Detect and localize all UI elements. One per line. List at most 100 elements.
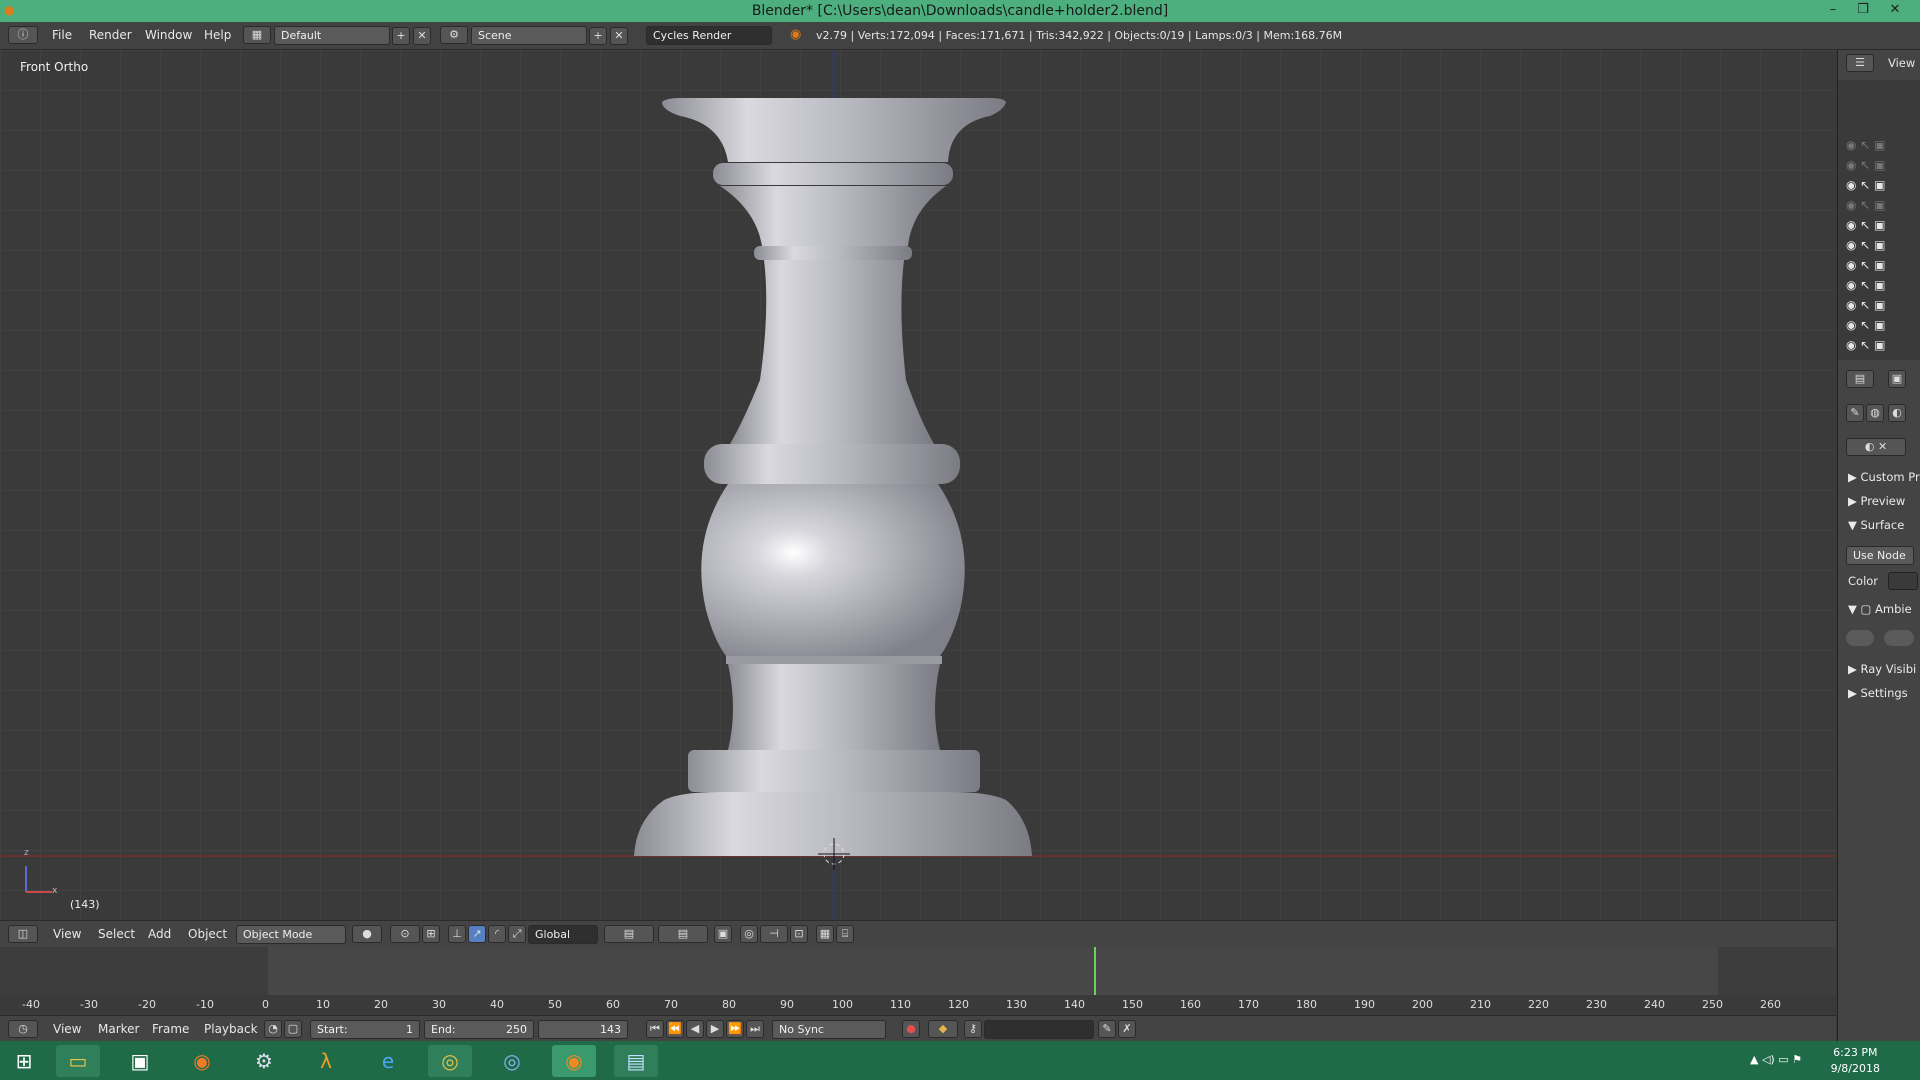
pivot-icon[interactable]: ⊙: [390, 925, 420, 943]
menu-marker[interactable]: Marker: [98, 1022, 139, 1036]
firefox-icon[interactable]: ◉: [180, 1045, 224, 1077]
scene-icon[interactable]: ⚙: [440, 26, 468, 44]
add-layout-icon[interactable]: +: [392, 27, 410, 45]
list-item[interactable]: ◉ ↖ ▣: [1846, 318, 1906, 334]
timeline-ruler[interactable]: -40 -30 -20 -10 0 10 20 30 40 50 60 70 8…: [0, 995, 1836, 1015]
jump-start-icon[interactable]: ⏮: [646, 1020, 664, 1038]
rotate-icon[interactable]: ◜: [488, 925, 506, 943]
sync-select[interactable]: No Sync: [772, 1020, 886, 1039]
move-icon[interactable]: ↗: [468, 925, 486, 943]
blender-taskbar-icon[interactable]: ◉: [552, 1045, 596, 1077]
world-tab-icon[interactable]: ◐: [1888, 404, 1906, 422]
delete-keyframe-icon[interactable]: ✗: [1118, 1020, 1136, 1038]
layers-icon[interactable]: ▤: [658, 925, 708, 943]
window-app-icon[interactable]: ▤: [614, 1045, 658, 1077]
play-icon[interactable]: ▶: [706, 1020, 724, 1038]
manipulator-icon[interactable]: ⊞: [422, 925, 440, 943]
end-frame-field[interactable]: End: 250: [424, 1020, 534, 1039]
panel-ray-visibility[interactable]: ▶ Ray Visibi: [1848, 662, 1916, 676]
snap-icon[interactable]: ⊣: [760, 925, 788, 943]
half-life-icon[interactable]: λ: [304, 1045, 348, 1077]
windows-start-icon[interactable]: ⊞: [2, 1045, 46, 1077]
list-item[interactable]: ◉ ↖ ▣: [1846, 298, 1906, 314]
render-engine-select[interactable]: Cycles Render: [646, 26, 772, 45]
tool-tab-icon[interactable]: ✎: [1846, 404, 1864, 422]
store-icon[interactable]: ▣: [118, 1045, 162, 1077]
world-datablock-field[interactable]: ◐ ✕: [1846, 438, 1906, 456]
menu-view[interactable]: View: [53, 927, 81, 941]
menu-object[interactable]: Object: [188, 927, 227, 941]
layout-name-field[interactable]: Default: [274, 26, 390, 45]
panel-surface[interactable]: ▼ Surface: [1848, 518, 1904, 532]
play-reverse-icon[interactable]: ◀: [686, 1020, 704, 1038]
color-swatch[interactable]: [1888, 572, 1918, 590]
camera-icon[interactable]: ⌸: [836, 925, 854, 943]
steam-icon[interactable]: ⚙: [242, 1045, 286, 1077]
editor-type-info-icon[interactable]: ⓘ: [8, 26, 38, 44]
menu-help[interactable]: Help: [204, 28, 231, 42]
tray-icons[interactable]: ▲ ◁) ▭ ⚑: [1750, 1053, 1802, 1066]
snap-target-icon[interactable]: ⊡: [790, 925, 808, 943]
keyframe-icon[interactable]: ◆: [928, 1020, 958, 1038]
current-frame-field[interactable]: 143: [538, 1020, 628, 1039]
ao-factor-slider[interactable]: [1846, 630, 1874, 646]
menu-render[interactable]: Render: [89, 28, 132, 42]
keying-set-field[interactable]: [984, 1020, 1094, 1039]
list-item[interactable]: ◉ ↖ ▣: [1846, 258, 1906, 274]
menu-view[interactable]: View: [53, 1022, 81, 1036]
timeline-editor[interactable]: -40 -30 -20 -10 0 10 20 30 40 50 60 70 8…: [0, 947, 1836, 1021]
outliner-editor-icon[interactable]: ☰: [1846, 54, 1874, 72]
material-tab-icon[interactable]: ◍: [1866, 404, 1884, 422]
shading-icon[interactable]: ●: [352, 925, 382, 943]
list-item[interactable]: ◉ ↖ ▣: [1846, 158, 1906, 174]
list-item[interactable]: ◉ ↖ ▣: [1846, 218, 1906, 234]
panel-custom-properties[interactable]: ▶ Custom Pr: [1848, 470, 1920, 484]
menu-add[interactable]: Add: [148, 927, 171, 941]
list-item[interactable]: ◉ ↖ ▣: [1846, 138, 1906, 154]
proportional-edit-icon[interactable]: ◎: [740, 925, 758, 943]
add-scene-icon[interactable]: +: [589, 27, 607, 45]
menu-playback[interactable]: Playback: [204, 1022, 258, 1036]
insert-keyframe-icon[interactable]: ✎: [1098, 1020, 1116, 1038]
internet-explorer-icon[interactable]: e: [366, 1045, 410, 1077]
preview-range-icon[interactable]: ◔: [264, 1020, 282, 1038]
remove-scene-icon[interactable]: ✕: [610, 27, 628, 45]
menu-frame[interactable]: Frame: [152, 1022, 189, 1036]
render-tab-icon[interactable]: ▣: [1888, 370, 1906, 388]
timeline-range[interactable]: [268, 947, 1718, 995]
menu-select[interactable]: Select: [98, 927, 135, 941]
list-item[interactable]: ◉ ↖ ▣: [1846, 198, 1906, 214]
use-nodes-button[interactable]: Use Node: [1846, 546, 1914, 565]
3d-viewport[interactable]: Front Ortho z x (143): [0, 50, 1836, 920]
remove-layout-icon[interactable]: ✕: [413, 27, 431, 45]
outliner-list[interactable]: ◉ ↖ ▣ ◉ ↖ ▣ ◉ ↖ ▣ ◉ ↖ ▣ ◉ ↖ ▣ ◉ ↖ ▣ ◉ ↖ …: [1838, 80, 1920, 360]
list-item[interactable]: ◉ ↖ ▣: [1846, 238, 1906, 254]
chrome-alt-icon[interactable]: ◎: [490, 1045, 534, 1077]
panel-settings[interactable]: ▶ Settings: [1848, 686, 1908, 700]
panel-ambient-occlusion[interactable]: ▼ ▢ Ambie: [1848, 602, 1912, 616]
chrome-icon[interactable]: ◎: [428, 1045, 472, 1077]
timeline-playhead[interactable]: [1094, 947, 1096, 995]
minimize-button[interactable]: –: [1818, 0, 1848, 22]
taskbar-clock[interactable]: 6:23 PM 9/8/2018: [1831, 1045, 1880, 1077]
panel-preview[interactable]: ▶ Preview: [1848, 494, 1905, 508]
keying-set-icon[interactable]: ⚷: [964, 1020, 982, 1038]
ao-distance-slider[interactable]: [1884, 630, 1914, 646]
menu-file[interactable]: File: [52, 28, 72, 42]
editor-type-3d-icon[interactable]: ◫: [8, 925, 38, 943]
mode-select[interactable]: Object Mode: [236, 925, 346, 944]
file-explorer-icon[interactable]: ▭: [56, 1045, 100, 1077]
properties-editor-icon[interactable]: ▤: [1846, 370, 1874, 388]
layers-icon[interactable]: ▤: [604, 925, 654, 943]
scale-icon[interactable]: ⤢: [508, 925, 526, 943]
next-keyframe-icon[interactable]: ⏩: [726, 1020, 744, 1038]
close-button[interactable]: ✕: [1880, 0, 1910, 22]
translate-icon[interactable]: ⊥: [448, 925, 466, 943]
render-preview-icon[interactable]: ▦: [816, 925, 834, 943]
start-frame-field[interactable]: Start: 1: [310, 1020, 420, 1039]
scene-name-field[interactable]: Scene: [471, 26, 587, 45]
screen-layout-icon[interactable]: ▦: [243, 26, 271, 44]
menu-window[interactable]: Window: [145, 28, 192, 42]
restore-button[interactable]: ❐: [1848, 0, 1878, 22]
jump-end-icon[interactable]: ⏭: [746, 1020, 764, 1038]
